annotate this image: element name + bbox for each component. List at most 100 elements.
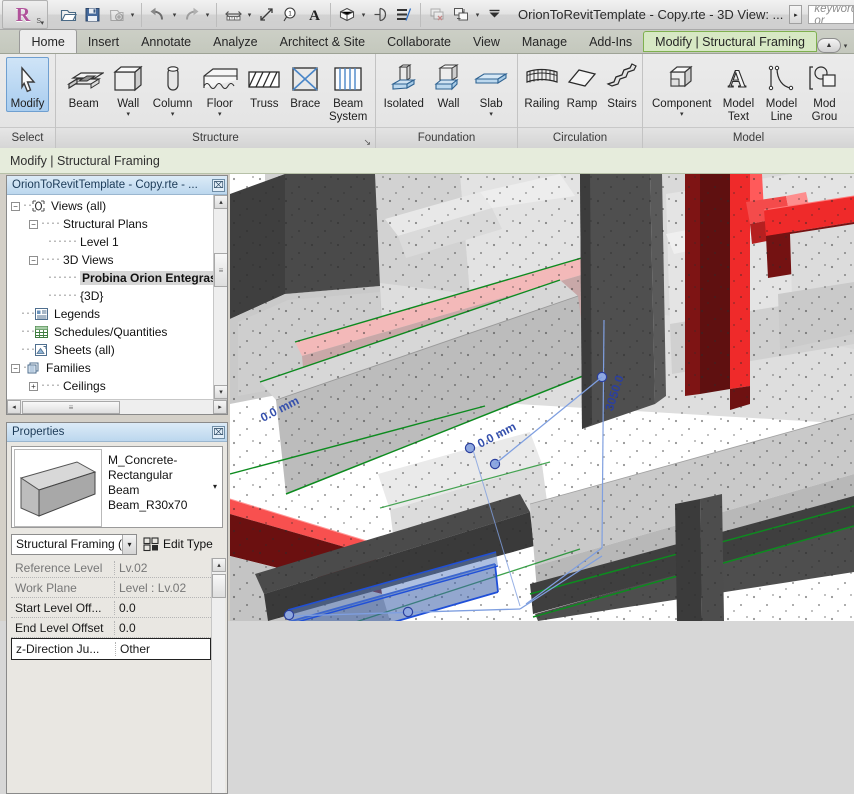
close-hidden-windows-icon[interactable] bbox=[426, 4, 448, 26]
tree-item-schedules-quantities[interactable]: ··· Schedules/Quantities bbox=[7, 323, 213, 341]
truss-button[interactable]: Truss bbox=[243, 57, 285, 112]
scrollbar-thumb[interactable] bbox=[212, 574, 226, 598]
scrollbar-thumb[interactable]: ≡ bbox=[22, 400, 120, 414]
close-icon[interactable]: ⌧ bbox=[212, 425, 225, 439]
chevron-down-icon[interactable]: ▾ bbox=[841, 42, 850, 50]
slab-foundation-button[interactable]: Slab ▾ bbox=[469, 57, 513, 119]
chevron-down-icon[interactable]: ▾ bbox=[359, 11, 368, 19]
component-button[interactable]: Component ▾ bbox=[647, 57, 716, 119]
column-button[interactable]: Column ▾ bbox=[149, 57, 196, 119]
category-selector[interactable]: Structural Framing ( ▾ bbox=[11, 533, 137, 555]
export-icon[interactable] bbox=[105, 4, 127, 26]
tab-architect-site[interactable]: Architect & Site bbox=[269, 30, 376, 53]
brace-button[interactable]: Brace bbox=[285, 57, 325, 112]
scrollbar-thumb[interactable]: ≡ bbox=[214, 253, 227, 287]
floor-button[interactable]: Floor ▾ bbox=[196, 57, 243, 119]
minimize-ribbon-button[interactable]: ▲ bbox=[817, 38, 841, 53]
ramp-button[interactable]: Ramp bbox=[562, 57, 602, 112]
wall-foundation-button[interactable]: Wall bbox=[428, 57, 470, 112]
wall-button[interactable]: Wall ▾ bbox=[107, 57, 149, 119]
property-row-reference-level[interactable]: Reference Level Lv.02 bbox=[11, 558, 211, 578]
open-icon[interactable] bbox=[57, 4, 79, 26]
search-input[interactable]: Type a keyword or phrase bbox=[808, 5, 854, 24]
beam-system-button[interactable]: Beam System bbox=[325, 57, 371, 124]
model-line-button[interactable]: Model Line bbox=[760, 57, 802, 124]
type-selector-dropdown[interactable]: ▾ bbox=[208, 447, 222, 525]
project-browser-vertical-scrollbar[interactable]: ▴ ≡ ▾ bbox=[213, 195, 227, 399]
customize-qat-icon[interactable] bbox=[483, 4, 505, 26]
property-row-work-plane[interactable]: Work Plane Level : Lv.02 bbox=[11, 578, 211, 598]
expander-toggle[interactable]: + bbox=[29, 381, 38, 391]
expander-toggle[interactable]: − bbox=[29, 219, 38, 229]
tab-home[interactable]: Home bbox=[19, 29, 77, 53]
beam-button[interactable]: Beam bbox=[60, 57, 107, 112]
project-browser-tree[interactable]: − ·· Views (all) − ···· Structural Plans… bbox=[7, 195, 227, 399]
section-icon[interactable] bbox=[369, 4, 391, 26]
tree-item-families[interactable]: − · Families bbox=[7, 359, 213, 377]
chevron-down-icon[interactable]: ▾ bbox=[126, 111, 130, 118]
chevron-down-icon[interactable]: ▾ bbox=[122, 534, 136, 554]
scroll-left-button[interactable]: ◂ bbox=[7, 400, 21, 414]
model-text-button[interactable]: A Model Text bbox=[716, 57, 760, 124]
property-row-z-direction-justification[interactable]: z-Direction Ju... Other bbox=[11, 638, 211, 660]
railing-button[interactable]: Railing bbox=[522, 57, 562, 112]
tree-item-3d-default-view[interactable]: ······ {3D} bbox=[7, 287, 213, 305]
redo-icon[interactable] bbox=[180, 4, 202, 26]
scroll-up-button[interactable]: ▴ bbox=[212, 558, 226, 572]
close-icon[interactable]: ⌧ bbox=[212, 178, 225, 192]
chevron-down-icon[interactable]: ▾ bbox=[218, 111, 222, 118]
modify-button[interactable]: Modify bbox=[5, 57, 50, 112]
tag-icon[interactable]: 1 bbox=[279, 4, 301, 26]
model-group-button[interactable]: Mod Grou bbox=[802, 57, 846, 124]
isolated-foundation-button[interactable]: Isolated bbox=[380, 57, 428, 112]
measure-icon[interactable] bbox=[222, 4, 244, 26]
scroll-right-button[interactable]: ▸ bbox=[213, 400, 227, 414]
tab-add-ins[interactable]: Add-Ins bbox=[578, 30, 643, 53]
chevron-down-icon[interactable]: ▾ bbox=[171, 111, 175, 118]
3d-view-canvas[interactable]: 0.0 mm 0.0 mm 3050.0 bbox=[230, 174, 854, 621]
tab-collaborate[interactable]: Collaborate bbox=[376, 30, 462, 53]
tab-analyze[interactable]: Analyze bbox=[202, 30, 268, 53]
tree-item-views-all[interactable]: − ·· Views (all) bbox=[7, 197, 213, 215]
application-menu-button[interactable]: R S ▾ bbox=[2, 0, 48, 29]
tree-item-legends[interactable]: ··· Legends bbox=[7, 305, 213, 323]
expander-toggle[interactable]: − bbox=[29, 255, 38, 265]
chevron-down-icon[interactable]: ▾ bbox=[680, 111, 684, 118]
tree-item-sheets-all[interactable]: ··· Sheets (all) bbox=[7, 341, 213, 359]
project-browser-horizontal-scrollbar[interactable]: ◂ ≡ ▸ bbox=[7, 399, 227, 414]
chevron-down-icon[interactable]: ▾ bbox=[489, 111, 493, 118]
expander-toggle[interactable]: − bbox=[11, 363, 20, 373]
scroll-up-button[interactable]: ▴ bbox=[214, 195, 227, 209]
tree-item-structural-plans[interactable]: − ···· Structural Plans bbox=[7, 215, 213, 233]
properties-vertical-scrollbar[interactable]: ▴ bbox=[211, 558, 226, 793]
expander-toggle[interactable]: − bbox=[11, 201, 20, 211]
tab-insert[interactable]: Insert bbox=[77, 30, 130, 53]
chevron-down-icon[interactable]: ▾ bbox=[128, 11, 137, 19]
chevron-down-icon[interactable]: ▾ bbox=[203, 11, 212, 19]
document-title-dropdown[interactable]: ▸ bbox=[789, 5, 803, 24]
stairs-button[interactable]: Stairs bbox=[602, 57, 642, 112]
tree-item-3d-views[interactable]: − ···· 3D Views bbox=[7, 251, 213, 269]
thin-lines-icon[interactable] bbox=[393, 4, 415, 26]
text-icon[interactable]: A bbox=[303, 4, 325, 26]
property-row-start-level-offset[interactable]: Start Level Off... 0.0 bbox=[11, 598, 211, 618]
scroll-down-button[interactable]: ▾ bbox=[214, 385, 227, 399]
aligned-dimension-icon[interactable] bbox=[255, 4, 277, 26]
type-selector-card[interactable]: M_Concrete- Rectangular Beam Beam_R30x70… bbox=[11, 446, 223, 528]
tree-item-probina-orion-entegras[interactable]: ······ Probina Orion Entegras bbox=[7, 269, 219, 287]
tab-view[interactable]: View bbox=[462, 30, 511, 53]
edit-type-button[interactable]: Edit Type bbox=[143, 536, 213, 552]
property-row-end-level-offset[interactable]: End Level Offset 0.0 bbox=[11, 618, 211, 638]
chevron-down-icon[interactable]: ▾ bbox=[473, 11, 482, 19]
tree-item-ceilings[interactable]: + ···· Ceilings bbox=[7, 377, 213, 395]
tab-manage[interactable]: Manage bbox=[511, 30, 578, 53]
default-3d-view-icon[interactable] bbox=[336, 4, 358, 26]
undo-icon[interactable] bbox=[147, 4, 169, 26]
save-icon[interactable] bbox=[81, 4, 103, 26]
chevron-down-icon[interactable]: ▾ bbox=[245, 11, 254, 19]
tab-annotate[interactable]: Annotate bbox=[130, 30, 202, 53]
tree-item-level-1[interactable]: ······ Level 1 bbox=[7, 233, 213, 251]
switch-windows-icon[interactable] bbox=[450, 4, 472, 26]
tab-modify-structural-framing[interactable]: Modify | Structural Framing bbox=[643, 31, 817, 52]
chevron-down-icon[interactable]: ▾ bbox=[170, 11, 179, 19]
